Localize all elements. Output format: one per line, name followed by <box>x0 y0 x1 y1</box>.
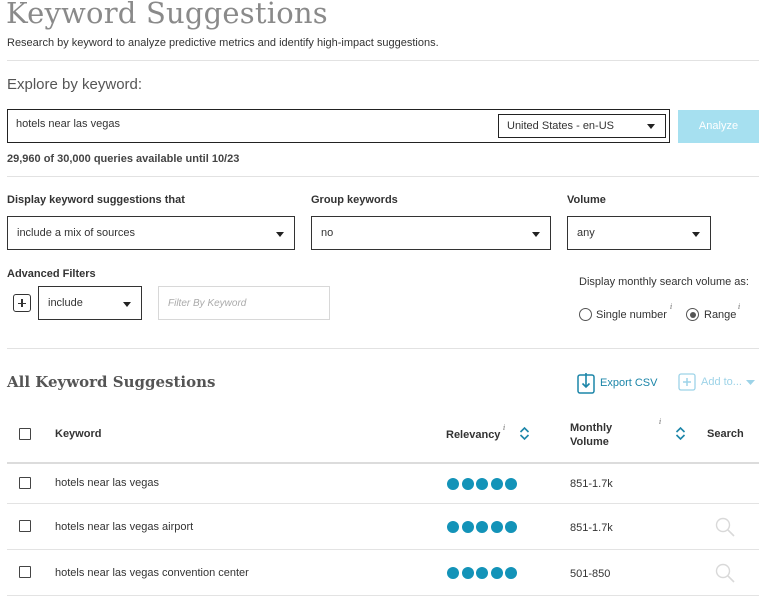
add-icon <box>678 373 696 391</box>
chevron-down-icon <box>746 380 755 385</box>
column-keyword[interactable]: Keyword <box>55 428 101 440</box>
relevancy-dot <box>505 521 518 533</box>
volume-value: any <box>577 227 595 239</box>
sort-icon[interactable] <box>675 426 686 441</box>
explore-label: Explore by keyword: <box>7 76 143 93</box>
relevancy-dot <box>476 478 489 490</box>
relevancy-dot <box>447 521 459 533</box>
row-checkbox[interactable] <box>19 477 31 489</box>
locale-select[interactable]: United States - en-US <box>498 114 666 138</box>
select-all-checkbox[interactable] <box>19 428 31 440</box>
row-divider <box>7 503 759 504</box>
relevancy-dot <box>447 567 459 579</box>
monthly-volume-display-label: Display monthly search volume as: <box>579 276 749 288</box>
info-icon[interactable]: i <box>738 303 740 311</box>
relevancy-dot <box>490 567 503 579</box>
relevancy-dots <box>447 477 520 495</box>
relevancy-dot <box>490 521 503 533</box>
analyze-button[interactable]: Analyze <box>678 110 759 143</box>
add-to-label: Add to... <box>701 376 742 388</box>
export-csv-label: Export CSV <box>600 377 658 389</box>
range-radio[interactable] <box>686 308 699 321</box>
relevancy-dots <box>447 566 520 584</box>
column-monthly[interactable]: Monthly <box>570 422 612 434</box>
range-label: Range <box>704 309 737 321</box>
single-number-radio[interactable] <box>579 308 592 321</box>
column-relevancy[interactable]: Relevancy <box>446 429 500 441</box>
column-search: Search <box>707 428 744 440</box>
row-checkbox[interactable] <box>19 566 31 578</box>
page-subtitle: Research by keyword to analyze predictiv… <box>7 37 439 49</box>
export-icon <box>577 373 595 394</box>
keyword-search-box: United States - en-US <box>7 109 670 143</box>
filter-by-keyword-input[interactable] <box>158 286 330 320</box>
caret-down-icon <box>123 302 131 307</box>
row-volume: 501-850 <box>570 568 611 580</box>
relevancy-dots <box>447 520 520 538</box>
display-suggestions-value: include a mix of sources <box>17 227 135 239</box>
query-quota: 29,960 of 30,000 queries available until… <box>7 153 240 165</box>
include-select[interactable]: include <box>38 286 142 320</box>
single-number-label: Single number <box>596 309 667 321</box>
row-keyword[interactable]: hotels near las vegas convention center <box>55 567 249 579</box>
column-volume[interactable]: Volume <box>570 436 609 448</box>
volume-label: Volume <box>567 194 606 206</box>
caret-down-icon <box>692 232 700 237</box>
row-checkbox[interactable] <box>19 520 31 532</box>
volume-select[interactable]: any <box>567 216 711 250</box>
search-icon[interactable] <box>714 516 736 538</box>
group-keywords-value: no <box>321 227 334 239</box>
divider <box>7 60 759 61</box>
advanced-filters-label: Advanced Filters <box>7 268 96 280</box>
relevancy-dot <box>461 478 474 490</box>
info-icon[interactable]: i <box>670 303 672 311</box>
display-suggestions-label: Display keyword suggestions that <box>7 194 185 206</box>
group-keywords-select[interactable]: no <box>311 216 551 250</box>
add-filter-plus-icon[interactable] <box>13 294 31 312</box>
relevancy-dot <box>447 478 459 490</box>
locale-select-value: United States - en-US <box>507 120 614 132</box>
add-to-button[interactable]: Add to... <box>678 373 755 396</box>
row-divider <box>7 549 759 550</box>
search-icon[interactable] <box>714 562 736 584</box>
group-keywords-label: Group keywords <box>311 194 398 206</box>
caret-down-icon <box>276 232 284 237</box>
row-divider <box>7 595 759 596</box>
keyword-input[interactable] <box>16 118 476 130</box>
relevancy-dot <box>505 567 518 579</box>
row-volume: 851-1.7k <box>570 478 613 490</box>
divider <box>7 348 759 349</box>
relevancy-dot <box>476 567 489 579</box>
divider <box>7 176 759 177</box>
caret-down-icon <box>647 124 655 129</box>
table-header-divider <box>7 462 759 464</box>
info-icon[interactable]: i <box>503 424 505 432</box>
relevancy-dot <box>505 478 518 490</box>
sort-icon[interactable] <box>519 426 530 441</box>
relevancy-dot <box>490 478 503 490</box>
relevancy-dot <box>461 567 474 579</box>
export-csv-button[interactable]: Export CSV <box>577 372 657 399</box>
include-select-value: include <box>48 297 83 309</box>
info-icon[interactable]: i <box>659 418 661 426</box>
row-keyword[interactable]: hotels near las vegas <box>55 477 159 489</box>
display-suggestions-select[interactable]: include a mix of sources <box>7 216 295 250</box>
relevancy-dot <box>461 521 474 533</box>
row-volume: 851-1.7k <box>570 522 613 534</box>
caret-down-icon <box>532 232 540 237</box>
page-title: Keyword Suggestions <box>6 0 328 30</box>
results-title: All Keyword Suggestions <box>7 373 216 391</box>
row-keyword[interactable]: hotels near las vegas airport <box>55 521 193 533</box>
relevancy-dot <box>476 521 489 533</box>
